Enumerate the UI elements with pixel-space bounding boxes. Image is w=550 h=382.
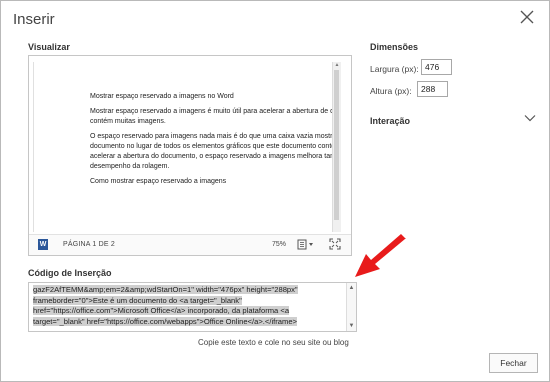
close-icon[interactable]: [519, 9, 535, 25]
doc-line: Mostrar espaço reservado a imagens é mui…: [90, 108, 341, 115]
height-label: Altura (px):: [370, 86, 412, 96]
embed-code-text[interactable]: gazF2AfTEMM&amp;em=2&amp;wdStartOn=1" wi…: [33, 285, 345, 327]
dimensions-heading: Dimensões: [370, 42, 419, 52]
document-page-area: Mostrar espaço reservado a imagens no Wo…: [33, 62, 341, 232]
embed-scrollbar[interactable]: ▲ ▼: [346, 283, 356, 331]
doc-line: O espaço reservado para imagens nada mai…: [90, 133, 341, 140]
document-text: Mostrar espaço reservado a imagens no Wo…: [90, 92, 341, 192]
code-line: gazF2AfTEMM&amp;em=2&amp;wdStartOn=1" wi…: [33, 285, 298, 294]
chevron-down-icon[interactable]: [524, 114, 536, 122]
embed-code-textarea[interactable]: gazF2AfTEMM&amp;em=2&amp;wdStartOn=1" wi…: [28, 282, 357, 332]
preview-heading: Visualizar: [28, 42, 70, 52]
width-input[interactable]: 476: [421, 59, 452, 75]
word-icon: W: [38, 239, 48, 250]
document-page: Mostrar espaço reservado a imagens no Wo…: [33, 62, 341, 232]
document-preview[interactable]: Mostrar espaço reservado a imagens no Wo…: [28, 55, 352, 256]
zoom-level[interactable]: 75%: [272, 241, 286, 248]
code-line: target="_blank" href="https://office.com…: [33, 316, 297, 326]
red-arrow-annotation: [355, 234, 406, 277]
interaction-heading[interactable]: Interação: [370, 116, 410, 126]
embed-code-heading: Código de Inserção: [28, 268, 112, 278]
doc-line: acelerar a abertura do documento, o espa…: [90, 153, 341, 160]
doc-line: Mostrar espaço reservado a imagens no Wo…: [90, 93, 234, 100]
doc-line: documento no lugar de todos os elementos…: [90, 143, 341, 150]
code-line: href="https://office.com">Microsoft Offi…: [33, 306, 290, 315]
dialog-title: Inserir: [13, 11, 55, 28]
close-button[interactable]: Fechar: [489, 353, 538, 373]
insert-dialog: Inserir Visualizar Mostrar espaço reserv…: [0, 0, 550, 382]
height-input[interactable]: 288: [417, 81, 448, 97]
preview-scrollbar[interactable]: ▲ ▼: [332, 62, 341, 232]
doc-line: Como mostrar espaço reservado a imagens: [90, 178, 227, 185]
doc-line: desempenho da rolagem.: [90, 163, 170, 170]
width-label: Largura (px):: [370, 64, 419, 74]
preview-status-bar: W PÁGINA 1 DE 2 75%: [29, 234, 351, 255]
scroll-up-icon[interactable]: ▲: [333, 62, 341, 68]
page-indicator: PÁGINA 1 DE 2: [63, 241, 116, 248]
view-mode-icon[interactable]: [297, 238, 315, 251]
embed-hint-text: Copie este texto e cole no seu site ou b…: [198, 338, 349, 347]
doc-line: contém muitas imagens.: [90, 118, 166, 125]
scroll-thumb[interactable]: [334, 70, 339, 220]
scroll-down-icon[interactable]: ▼: [347, 322, 356, 330]
scroll-up-icon[interactable]: ▲: [347, 284, 356, 292]
fit-to-window-icon[interactable]: [329, 238, 341, 250]
code-line: frameborder="0">Este é um documento do <…: [33, 295, 242, 305]
